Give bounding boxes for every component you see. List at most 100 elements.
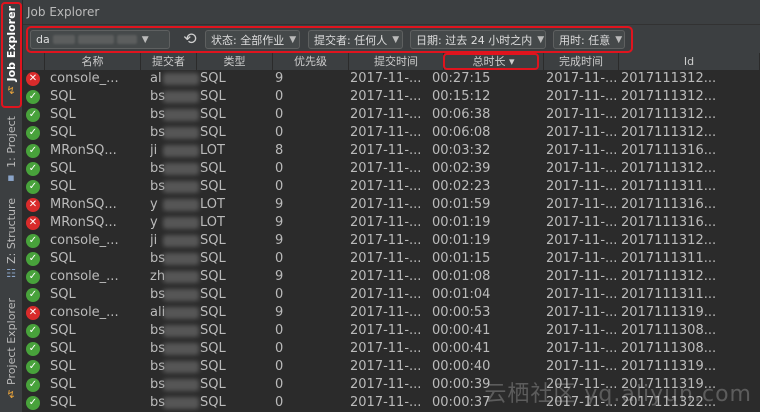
column-header-submit-time[interactable]: 提交时间 xyxy=(349,53,444,70)
cell-duration: 00:00:39 xyxy=(432,377,491,392)
cell-finish: 2017-11-... xyxy=(546,71,618,86)
success-icon: ✓ xyxy=(26,396,40,410)
cell-finish: 2017-11-... xyxy=(546,179,618,194)
table-row[interactable]: ✕ MRonSQ... y LOT 9 2017-11-... 00:01:59 2017-1… xyxy=(23,196,760,214)
tab-project[interactable]: 1: Project ▪ xyxy=(0,116,22,190)
column-header-status[interactable] xyxy=(23,53,45,70)
cell-submit: 2017-11-... xyxy=(350,89,422,104)
column-header-submitter[interactable]: 提交者 xyxy=(141,53,197,70)
cell-finish: 2017-11-... xyxy=(546,125,618,140)
cell-priority: 9 xyxy=(275,269,284,284)
column-header-finish-time[interactable]: 完成时间 xyxy=(544,53,619,70)
tab-structure-label: Z: Structure xyxy=(4,198,18,264)
tab-project-explorer-label: Project Explorer xyxy=(4,298,18,385)
redaction-blur xyxy=(163,199,199,211)
cell-duration: 00:27:15 xyxy=(432,71,491,86)
cell-name: MRonSQ... xyxy=(50,143,117,158)
cell-id: 2017111319... xyxy=(621,359,717,374)
cell-type: SQL xyxy=(200,179,226,194)
success-icon: ✓ xyxy=(26,252,40,266)
column-header-name[interactable]: 名称 xyxy=(45,53,141,70)
cell-type: SQL xyxy=(200,125,226,140)
cell-submitter: ji xyxy=(150,143,158,158)
table-row[interactable]: ✕ console_... al SQL 9 2017-11-... 00:27:15 201… xyxy=(23,70,760,88)
table-row[interactable]: ✓ SQL bs SQL 0 2017-11-... 00:02:39 2017-11-...… xyxy=(23,160,760,178)
cell-duration: 00:15:12 xyxy=(432,89,491,104)
cell-name: SQL xyxy=(50,179,76,194)
cell-priority: 9 xyxy=(275,71,284,86)
cell-priority: 0 xyxy=(275,359,284,374)
column-header-id[interactable]: Id xyxy=(619,53,760,70)
table-row[interactable]: ✓ SQL bs SQL 0 2017-11-... 00:02:23 2017-11-...… xyxy=(23,178,760,196)
cell-name: SQL xyxy=(50,89,76,104)
redaction-blur xyxy=(163,343,199,355)
cell-id: 2017111311... xyxy=(621,287,717,302)
cell-type: SQL xyxy=(200,305,226,320)
cell-priority: 0 xyxy=(275,395,284,410)
tab-project-explorer[interactable]: Project Explorer ↯ xyxy=(0,298,22,406)
table-row[interactable]: ✓ SQL bs SQL 0 2017-11-... 00:00:40 2017-11-...… xyxy=(23,358,760,376)
tab-project-label: 1: Project xyxy=(4,116,18,168)
cell-submit: 2017-11-... xyxy=(350,323,422,338)
table-row[interactable]: ✕ MRonSQ... y LOT 9 2017-11-... 00:01:19 2017-1… xyxy=(23,214,760,232)
cell-type: SQL xyxy=(200,269,226,284)
cell-submitter: y xyxy=(150,215,158,230)
structure-icon: ☷ xyxy=(6,266,16,280)
cell-priority: 0 xyxy=(275,107,284,122)
duration-sort-highlight xyxy=(443,53,539,70)
table-row[interactable]: ✓ SQL bs SQL 0 2017-11-... 00:00:41 2017-11-...… xyxy=(23,322,760,340)
cell-type: SQL xyxy=(200,287,226,302)
success-icon: ✓ xyxy=(26,288,40,302)
cell-submit: 2017-11-... xyxy=(350,395,422,410)
cell-priority: 0 xyxy=(275,341,284,356)
cell-id: 2017111311... xyxy=(621,179,717,194)
table-row[interactable]: ✓ MRonSQ... ji LOT 8 2017-11-... 00:03:32 2017-… xyxy=(23,142,760,160)
cell-submit: 2017-11-... xyxy=(350,179,422,194)
success-icon: ✓ xyxy=(26,90,40,104)
cell-type: SQL xyxy=(200,323,226,338)
table-row[interactable]: ✓ console_... ji SQL 9 2017-11-... 00:01:19 201… xyxy=(23,232,760,250)
table-row[interactable]: ✓ SQL bs SQL 0 2017-11-... 00:06:38 2017-11-...… xyxy=(23,106,760,124)
table-row[interactable]: ✓ SQL bs SQL 0 2017-11-... 00:01:04 2017-11-...… xyxy=(23,286,760,304)
cell-submit: 2017-11-... xyxy=(350,71,422,86)
cell-id: 2017111316... xyxy=(621,143,717,158)
column-header-type[interactable]: 类型 xyxy=(197,53,273,70)
column-header-priority[interactable]: 优先级 xyxy=(273,53,349,70)
success-icon: ✓ xyxy=(26,180,40,194)
filter-toolbar: da ▼ ⟲ 状态: 全部作业 ▼ 提交者: 任何人 ▼ 日期: 过去 24 小… xyxy=(23,25,760,53)
table-row[interactable]: ✕ console_... ali SQL 9 2017-11-... 00:00:53 20… xyxy=(23,304,760,322)
tab-structure[interactable]: Z: Structure ☷ xyxy=(0,198,22,286)
jobs-table: 名称 提交者 类型 优先级 提交时间 总时长 ▾ 完成时间 Id ✕ consol… xyxy=(23,53,760,412)
table-body: ✕ console_... al SQL 9 2017-11-... 00:27:15 201… xyxy=(23,70,760,412)
redaction-blur xyxy=(163,91,199,103)
table-row[interactable]: ✓ SQL bs SQL 0 2017-11-... 00:15:12 2017-11-...… xyxy=(23,88,760,106)
project-explorer-icon: ↯ xyxy=(6,387,16,401)
cell-id: 2017111316... xyxy=(621,197,717,212)
cell-name: MRonSQ... xyxy=(50,197,117,212)
success-icon: ✓ xyxy=(26,126,40,140)
success-icon: ✓ xyxy=(26,144,40,158)
cell-name: SQL xyxy=(50,161,76,176)
cell-id: 2017111308... xyxy=(621,323,717,338)
redaction-blur xyxy=(163,127,199,139)
table-row[interactable]: ✓ SQL bs SQL 0 2017-11-... 00:00:41 2017-11-...… xyxy=(23,340,760,358)
cell-priority: 9 xyxy=(275,233,284,248)
table-row[interactable]: ✓ console_... zh SQL 9 2017-11-... 00:01:08 201… xyxy=(23,268,760,286)
cell-submit: 2017-11-... xyxy=(350,287,422,302)
cell-submit: 2017-11-... xyxy=(350,125,422,140)
table-row[interactable]: ✓ SQL bs SQL 0 2017-11-... 00:06:08 2017-11-...… xyxy=(23,124,760,142)
cell-finish: 2017-11-... xyxy=(546,143,618,158)
cell-priority: 0 xyxy=(275,89,284,104)
cell-finish: 2017-11-... xyxy=(546,305,618,320)
table-row[interactable]: ✓ SQL bs SQL 0 2017-11-... 00:01:15 2017-11-...… xyxy=(23,250,760,268)
cell-finish: 2017-11-... xyxy=(546,107,618,122)
success-icon: ✓ xyxy=(26,324,40,338)
cell-duration: 00:00:53 xyxy=(432,305,491,320)
cell-submitter: al xyxy=(150,71,162,86)
cell-id: 2017111312... xyxy=(621,89,717,104)
error-icon: ✕ xyxy=(26,198,40,212)
cell-type: SQL xyxy=(200,107,226,122)
cell-submit: 2017-11-... xyxy=(350,251,422,266)
cell-submit: 2017-11-... xyxy=(350,359,422,374)
cell-type: SQL xyxy=(200,377,226,392)
